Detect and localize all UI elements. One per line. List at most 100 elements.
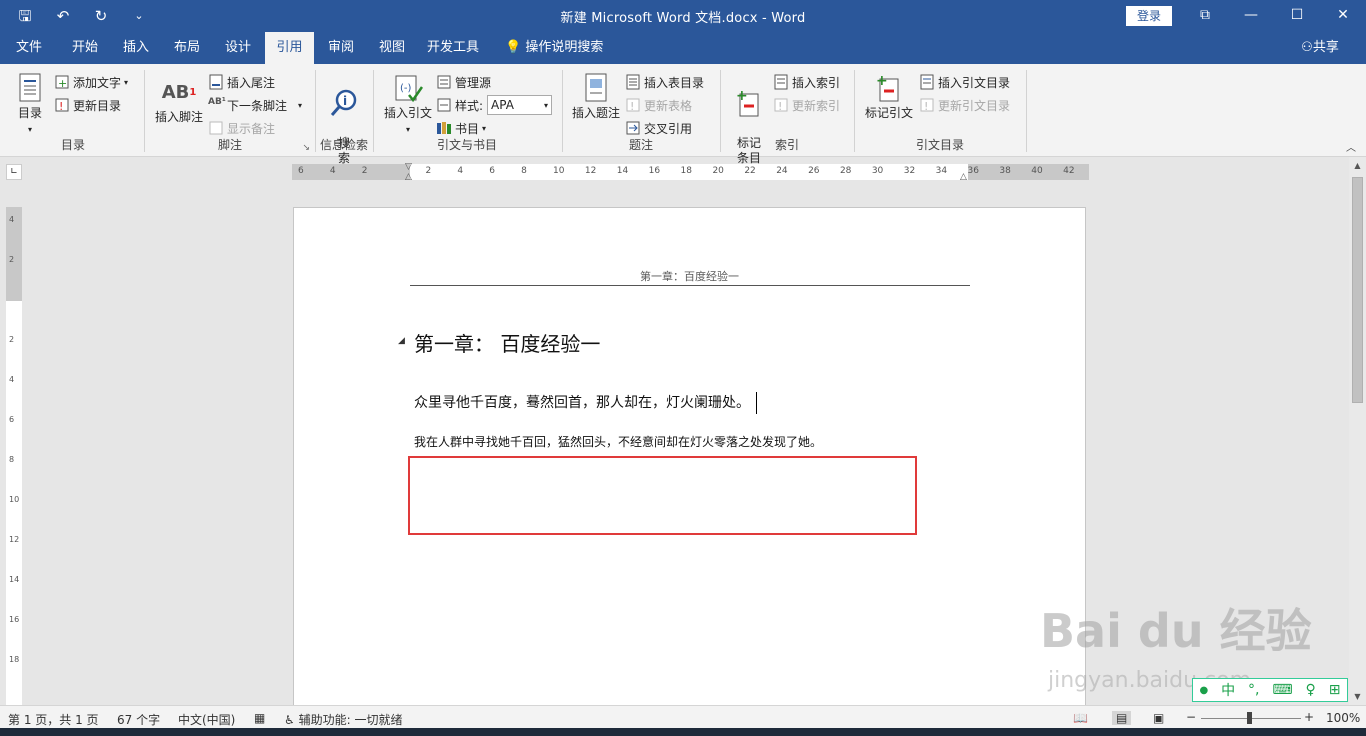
page-count[interactable]: 第 1 页，共 1 页: [8, 711, 99, 728]
hanging-indent-icon[interactable]: △: [405, 172, 412, 182]
collapse-ribbon-icon[interactable]: ︿: [1346, 139, 1356, 154]
login-button[interactable]: 登录: [1126, 6, 1172, 26]
tab-references[interactable]: 引用: [265, 32, 314, 65]
vertical-ruler-tick-label: 18: [9, 655, 20, 664]
show-notes-icon: [208, 120, 224, 136]
language[interactable]: 中文(中国): [178, 711, 235, 728]
maximize-button[interactable]: ☐: [1274, 0, 1320, 32]
tab-developer[interactable]: 开发工具: [420, 32, 486, 64]
read-mode-icon[interactable]: 📖: [1073, 711, 1088, 725]
ruler-tick-label: 6: [489, 166, 495, 176]
word-count[interactable]: 67 个字: [117, 711, 160, 728]
zoom-in-button[interactable]: +: [1304, 710, 1314, 724]
manage-sources-icon: [436, 74, 452, 90]
vertical-ruler-tick-label: 8: [9, 455, 15, 464]
ime-chinese-toggle[interactable]: 中: [1221, 680, 1235, 700]
update-table-of-authorities-button[interactable]: ! 更新引文目录: [919, 95, 1010, 115]
add-text-button[interactable]: + 添加文字 ▾: [54, 72, 128, 92]
tab-review[interactable]: 审阅: [318, 32, 364, 64]
cross-reference-icon: [625, 120, 641, 136]
next-footnote-button[interactable]: AB¹ 下一条脚注 ▾: [208, 95, 302, 115]
accessibility-status[interactable]: ♿ 辅助功能: 一切就绪: [284, 711, 402, 728]
cross-reference-button[interactable]: 交叉引用: [625, 118, 692, 138]
minimize-button[interactable]: —: [1228, 0, 1274, 32]
tab-file[interactable]: 文件: [8, 32, 50, 64]
horizontal-ruler[interactable]: 6 4 2 2 4 6 8 10 12 14 16 18 20 22 24 26 28 30 32 34 36 38 40 4…: [292, 162, 1089, 182]
update-table-button[interactable]: ! 更新表格: [625, 95, 692, 115]
toc-button[interactable]: 目录 ▾: [10, 72, 50, 137]
page-header[interactable]: 第一章：百度经验一: [294, 268, 1085, 284]
insert-index-button[interactable]: 插入索引: [773, 72, 840, 92]
right-indent-icon[interactable]: △: [960, 172, 967, 182]
dialog-launcher-icon[interactable]: ↘: [302, 143, 310, 153]
group-footnotes: AB 1 插入脚注 插入尾注 AB¹ 下一条脚注 ▾ 显示备注 脚注 ↘: [146, 68, 314, 156]
manage-sources-button[interactable]: 管理源: [436, 72, 491, 92]
group-label-citations: 引文与书目: [436, 138, 497, 152]
bibliography-button[interactable]: 书目 ▾: [436, 118, 486, 138]
first-line-indent-icon[interactable]: ▽: [405, 162, 412, 172]
insert-citation-button[interactable]: (-) 插入引文 ▾: [380, 72, 436, 137]
ribbon-display-options-icon[interactable]: ⧉: [1182, 0, 1228, 32]
web-layout-icon[interactable]: ▣: [1153, 711, 1164, 725]
document-page[interactable]: 第一章：百度经验一 ◢ 第一章： 百度经验一 众里寻他千百度，蓦然回首，那人却在…: [293, 207, 1086, 707]
mark-citation-button[interactable]: + 标记引文: [861, 72, 917, 121]
scroll-up-icon[interactable]: ▲: [1349, 157, 1366, 174]
scrollbar-thumb[interactable]: [1352, 177, 1363, 403]
paragraph-2[interactable]: 我在人群中寻找她千百回，猛然回头，不经意间却在灯火零落之处发现了她。: [414, 433, 822, 450]
zoom-level[interactable]: 100%: [1326, 711, 1360, 725]
group-captions: 插入题注 插入表目录 ! 更新表格 交叉引用 题注: [563, 68, 719, 156]
group-label-index: 索引: [774, 138, 799, 152]
citation-style-select[interactable]: APA ▾: [487, 95, 553, 115]
insert-table-of-authorities-button[interactable]: 插入引文目录: [919, 72, 1010, 92]
macro-icon[interactable]: ▦: [254, 711, 265, 725]
update-toc-button[interactable]: ! 更新目录: [54, 95, 121, 115]
tab-layout[interactable]: 布局: [164, 32, 210, 64]
paragraph-1[interactable]: 众里寻他千百度，蓦然回首，那人却在，灯火阑珊处。: [414, 392, 757, 414]
zoom-out-button[interactable]: −: [1186, 710, 1196, 724]
print-layout-icon[interactable]: ▤: [1112, 711, 1132, 725]
ruler-tick-label: 28: [839, 166, 852, 176]
ruler-tick-label: 18: [680, 166, 692, 176]
group-toc: 目录 ▾ + 添加文字 ▾ ! 更新目录 目录: [4, 68, 142, 156]
svg-text:!: !: [924, 100, 928, 113]
ruler-tick-label: 12: [584, 166, 597, 176]
update-toa-icon: !: [919, 97, 935, 113]
ruler-tick-label: 2: [425, 166, 432, 176]
insert-table-of-figures-button[interactable]: 插入表目录: [625, 72, 704, 92]
ruler-tick-label: 2: [361, 166, 368, 176]
tab-design[interactable]: 设计: [215, 32, 261, 64]
tab-selector-icon[interactable]: ∟: [6, 164, 22, 180]
ruler-tick-label: 26: [808, 166, 820, 176]
tab-insert[interactable]: 插入: [113, 32, 159, 64]
update-index-button[interactable]: ! 更新索引: [773, 95, 840, 115]
vertical-ruler[interactable]: 4 2 2 4 6 8 10 12 14 16 18: [6, 207, 22, 705]
vertical-scrollbar[interactable]: ▲ ▼: [1349, 157, 1366, 705]
toc-icon: [14, 72, 46, 104]
ime-keyboard-icon[interactable]: ⌨: [1272, 682, 1292, 698]
baidu-watermark: Bai du 经验: [1040, 604, 1312, 658]
tell-me-search[interactable]: 💡 操作说明搜索: [505, 32, 615, 64]
vertical-ruler-tick-label: 4: [9, 215, 15, 224]
insert-caption-button[interactable]: 插入题注: [567, 72, 625, 121]
tab-view[interactable]: 视图: [369, 32, 415, 64]
ime-punctuation-icon[interactable]: °,: [1248, 682, 1259, 698]
share-button[interactable]: ⚇共享: [1294, 32, 1346, 64]
ruler-tick-label: 14: [616, 166, 629, 176]
add-text-icon: +: [54, 74, 70, 90]
ime-menu-icon[interactable]: ⊞: [1329, 682, 1341, 698]
ime-status-icon[interactable]: ●: [1199, 685, 1208, 696]
insert-footnote-button[interactable]: AB 1 插入脚注: [150, 76, 208, 125]
collapse-heading-icon[interactable]: ◢: [398, 336, 405, 346]
ruler-tick-label: 8: [521, 166, 527, 176]
ime-user-icon[interactable]: ♀: [1306, 682, 1316, 698]
insert-endnote-button[interactable]: 插入尾注: [208, 72, 275, 92]
tab-home[interactable]: 开始: [62, 32, 108, 64]
zoom-slider-thumb[interactable]: [1247, 712, 1252, 724]
vertical-ruler-tick-label: 12: [9, 535, 20, 544]
show-notes-button[interactable]: 显示备注: [208, 118, 275, 138]
close-button[interactable]: ✕: [1320, 0, 1366, 32]
heading-1[interactable]: 第一章： 百度经验一: [414, 328, 600, 357]
ruler-tick-label: 4: [457, 166, 464, 176]
scroll-down-icon[interactable]: ▼: [1349, 688, 1366, 705]
ime-toolbar[interactable]: ● 中 °, ⌨ ♀ ⊞: [1192, 678, 1348, 702]
